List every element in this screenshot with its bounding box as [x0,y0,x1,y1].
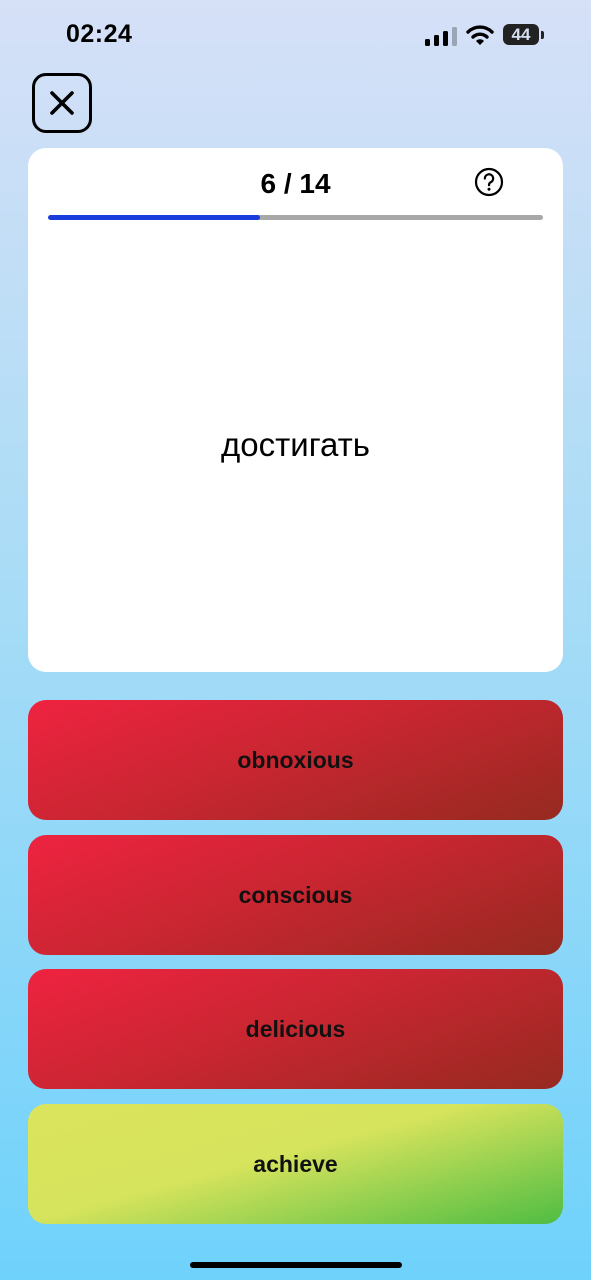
flashcard: 6 / 14 достигать [28,148,563,672]
answer-label: conscious [238,881,353,908]
question-word: достигать [221,426,370,463]
cellular-signal-icon [425,26,457,46]
answer-option-obnoxious[interactable]: obnoxious [28,700,563,820]
status-bar: 02:24 44 [0,0,591,70]
battery-icon: 44 [503,24,539,45]
help-button[interactable] [474,167,504,197]
progress-bar [48,215,543,220]
question-circle-icon [474,167,504,197]
answer-label: delicious [245,1015,346,1042]
answer-label: achieve [253,1150,338,1177]
progress-bar-fill [48,215,261,220]
answer-option-achieve[interactable]: achieve [28,1104,563,1224]
answer-option-conscious[interactable]: conscious [28,835,563,955]
home-indicator[interactable] [190,1262,402,1268]
answer-option-delicious[interactable]: delicious [28,969,563,1089]
battery-level: 44 [511,25,531,44]
wifi-icon [466,24,494,46]
status-time: 02:24 [66,20,133,48]
answer-label: obnoxious [237,746,354,773]
close-icon [50,91,74,115]
close-button[interactable] [32,73,92,133]
battery-nub [541,31,544,39]
